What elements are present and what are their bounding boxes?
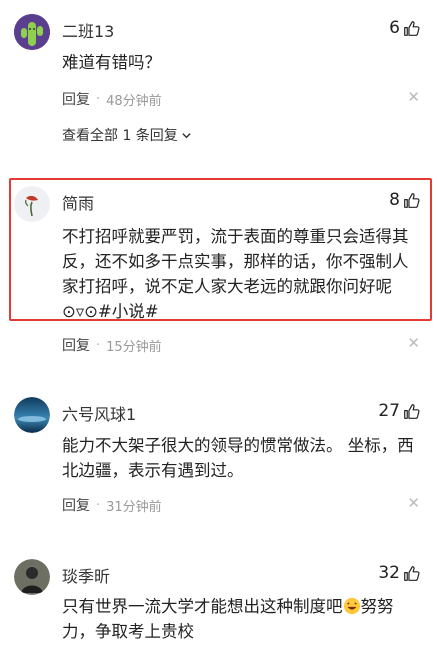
avatar[interactable] xyxy=(14,559,50,595)
like-button[interactable]: 27 xyxy=(378,401,420,421)
close-icon[interactable]: ✕ xyxy=(407,88,420,106)
separator-dot: · xyxy=(96,337,101,353)
like-button[interactable]: 8 xyxy=(389,190,420,210)
chevron-down-icon xyxy=(182,132,191,138)
reply-button[interactable]: 回复 xyxy=(62,89,90,109)
like-button[interactable]: 6 xyxy=(389,18,420,38)
like-count: 8 xyxy=(389,190,400,210)
thumbs-up-icon xyxy=(404,20,420,36)
comment-meta: 回复 · 48分钟前 xyxy=(62,89,162,109)
commenter-name[interactable]: 简雨 xyxy=(62,190,94,214)
view-all-label: 查看全部 1 条回复 xyxy=(62,128,178,144)
thumbs-up-icon xyxy=(404,565,420,581)
separator-dot: · xyxy=(96,91,101,107)
flower-avatar-icon xyxy=(14,186,50,222)
close-icon[interactable]: ✕ xyxy=(407,494,420,512)
comment-meta: 回复 · 31分钟前 xyxy=(62,495,162,515)
avatar[interactable] xyxy=(14,186,50,222)
comment-text-line: 北边疆，表示有遇到过。 xyxy=(62,461,244,480)
commenter-name[interactable]: 六号风球1 xyxy=(62,401,136,425)
thumbs-up-icon xyxy=(404,192,420,208)
reply-button[interactable]: 回复 xyxy=(62,495,90,515)
comment-text-line: 能力不大架子很大的领导的惯常做法。 坐标，西 xyxy=(62,436,414,455)
person-avatar-icon xyxy=(14,559,50,595)
comment-text-line: 家打招呼，说不定人家大老远的就跟你问好呢 xyxy=(62,277,392,296)
timestamp: 31分钟前 xyxy=(106,499,162,515)
view-all-replies-link[interactable]: 查看全部 1 条回复 xyxy=(62,125,192,145)
laughing-emoji-icon xyxy=(343,597,360,615)
timestamp: 15分钟前 xyxy=(106,339,162,355)
like-count: 6 xyxy=(389,18,400,38)
like-count: 27 xyxy=(378,401,400,421)
landscape-avatar-icon xyxy=(14,397,50,433)
comment-text-segment: 只有世界一流大学才能想出这种制度吧 xyxy=(62,597,343,616)
thumbs-up-icon xyxy=(404,403,420,419)
like-count: 32 xyxy=(378,563,400,583)
avatar[interactable] xyxy=(14,14,50,50)
comment-text-line: 不打招呼就要严罚，流于表面的尊重只会适得其 xyxy=(62,227,409,246)
comment-text: 能力不大架子很大的领导的惯常做法。 坐标，西 北边疆，表示有遇到过。 xyxy=(62,433,414,483)
close-icon[interactable]: ✕ xyxy=(407,334,420,352)
comment-text: 只有世界一流大学才能想出这种制度吧 努努 力，争取考上贵校 xyxy=(62,594,432,644)
timestamp: 48分钟前 xyxy=(106,93,162,109)
comment-text-line: 反，还不如多干点实事，那样的话，你不强制人 xyxy=(62,252,409,271)
like-button[interactable]: 32 xyxy=(378,563,420,583)
comment-text: 难道有错吗？ xyxy=(62,53,161,72)
commenter-name[interactable]: 琰季昕 xyxy=(62,563,110,587)
comment-text-line: ⊙▿⊙#小说# xyxy=(62,302,159,321)
separator-dot: · xyxy=(96,497,101,513)
comment-text: 不打招呼就要严罚，流于表面的尊重只会适得其 反，还不如多干点实事，那样的话，你不… xyxy=(62,224,409,324)
commenter-name[interactable]: 二班13 xyxy=(62,18,114,42)
comment-text-segment: 努努 xyxy=(360,597,394,616)
reply-button[interactable]: 回复 xyxy=(62,335,90,355)
avatar[interactable] xyxy=(14,397,50,433)
cactus-avatar-icon xyxy=(14,14,50,50)
comment-text-line: 力，争取考上贵校 xyxy=(62,622,194,641)
comment-meta: 回复 · 15分钟前 xyxy=(62,335,162,355)
